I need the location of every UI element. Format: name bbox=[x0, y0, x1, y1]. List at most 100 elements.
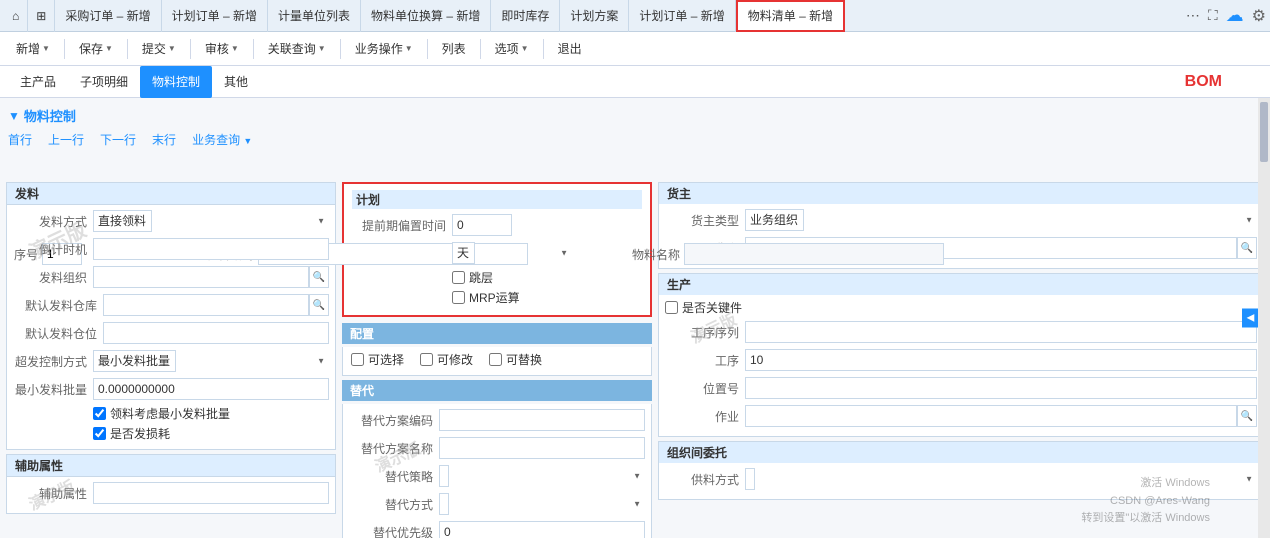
config-header: 配置 bbox=[342, 323, 652, 344]
biz-op-label: 业务操作 bbox=[355, 40, 403, 57]
aux-attr-input[interactable] bbox=[93, 482, 329, 504]
overissue-label: 超发控制方式 bbox=[13, 353, 93, 370]
sep6 bbox=[427, 39, 428, 59]
process-input[interactable] bbox=[745, 349, 1257, 371]
advance-input[interactable]: 0 bbox=[452, 214, 512, 236]
tab-plan-scheme[interactable]: 计划方案 bbox=[560, 0, 629, 32]
expand-icon[interactable]: ⛶ bbox=[1208, 7, 1218, 24]
collapse-arrow[interactable]: ▼ bbox=[8, 109, 20, 123]
default-warehouse-search[interactable]: 🔍 bbox=[309, 294, 329, 316]
replace-priority-input[interactable] bbox=[439, 521, 645, 538]
replaceable-checkbox[interactable] bbox=[489, 353, 502, 366]
issue-org-search[interactable]: 🔍 bbox=[309, 266, 329, 288]
sep4 bbox=[253, 39, 254, 59]
cloud-icon[interactable]: ☁ bbox=[1226, 5, 1244, 26]
sub-tab-material-control[interactable]: 物料控制 bbox=[140, 66, 212, 98]
process-seq-input[interactable] bbox=[745, 321, 1257, 343]
vendor-section-header: 货主 bbox=[659, 183, 1263, 204]
tab-unit-list[interactable]: 计量单位列表 bbox=[268, 0, 361, 32]
work-input[interactable] bbox=[745, 405, 1237, 427]
skip-checkbox[interactable] bbox=[452, 271, 465, 284]
consider-min-label: 领料考虑最小发料批量 bbox=[110, 405, 230, 422]
optional-checkbox[interactable] bbox=[351, 353, 364, 366]
scrollbar-thumb[interactable] bbox=[1260, 102, 1268, 162]
vendor-type-select[interactable]: 业务组织 bbox=[745, 209, 804, 231]
options-caret: ▼ bbox=[521, 44, 529, 53]
settings-icon[interactable]: ⚙ bbox=[1252, 6, 1266, 26]
nav-last[interactable]: 末行 bbox=[152, 131, 176, 148]
issue-org-input[interactable] bbox=[93, 266, 309, 288]
modifiable-row: 可修改 bbox=[420, 351, 473, 368]
tab-plan-order-1[interactable]: 计划订单 – 新增 bbox=[162, 0, 268, 32]
advance-label: 提前期偏置时间 bbox=[352, 217, 452, 234]
countdown-input[interactable] bbox=[93, 238, 329, 260]
biz-caret: ▼ bbox=[405, 44, 413, 53]
tab-purchase-order[interactable]: 采购订单 – 新增 bbox=[55, 0, 161, 32]
default-warehouse-label: 默认发料仓库 bbox=[13, 297, 103, 314]
consider-min-checkbox[interactable] bbox=[93, 407, 106, 420]
time-unit-select[interactable]: 天 bbox=[452, 242, 475, 264]
min-issue-input[interactable]: 0.0000000000 bbox=[93, 378, 329, 400]
vendor-type-select-wrapper[interactable]: 业务组织 bbox=[745, 209, 1257, 231]
replace-method-select[interactable] bbox=[439, 493, 449, 515]
is-key-checkbox[interactable] bbox=[665, 301, 678, 314]
tab-unit-convert[interactable]: 物料单位换算 – 新增 bbox=[361, 0, 491, 32]
grid-icon[interactable]: ⊞ bbox=[28, 0, 55, 32]
tab-more-icon[interactable]: ⋯ bbox=[1186, 7, 1200, 24]
process-seq-row: 工序序列 bbox=[665, 320, 1257, 344]
tab-bar: ⌂ ⊞ 采购订单 – 新增 计划订单 – 新增 计量单位列表 物料单位换算 – … bbox=[0, 0, 1270, 32]
side-tabs: ◀ bbox=[1242, 309, 1258, 328]
nav-first[interactable]: 首行 bbox=[8, 131, 32, 148]
org-section-header: 组织间委托 bbox=[659, 442, 1263, 463]
options-button[interactable]: 选项 ▼ bbox=[487, 36, 537, 62]
audit-button[interactable]: 审核 ▼ bbox=[197, 36, 247, 62]
replaceable-row: 可替换 bbox=[489, 351, 542, 368]
home-tab[interactable]: ⌂ bbox=[4, 0, 28, 32]
sub-tab-main-product[interactable]: 主产品 bbox=[8, 66, 68, 98]
replace-strategy-label: 替代策略 bbox=[349, 468, 439, 485]
default-location-label: 默认发料仓位 bbox=[13, 325, 103, 342]
sep7 bbox=[480, 39, 481, 59]
sub-tab-other[interactable]: 其他 bbox=[212, 66, 260, 98]
nav-row: 首行 上一行 下一行 末行 业务查询 ▼ bbox=[0, 129, 1270, 152]
position-input[interactable] bbox=[745, 377, 1257, 399]
scrollbar[interactable] bbox=[1258, 98, 1270, 538]
overissue-select-wrapper[interactable]: 最小发料批量 bbox=[93, 350, 329, 372]
submit-button[interactable]: 提交 ▼ bbox=[134, 36, 184, 62]
save-label: 保存 bbox=[79, 40, 103, 57]
sub-tab-sub-items[interactable]: 子项明细 bbox=[68, 66, 140, 98]
tab-realtime-stock[interactable]: 即时库存 bbox=[491, 0, 560, 32]
new-button[interactable]: 新增 ▼ bbox=[8, 36, 58, 62]
default-warehouse-input[interactable] bbox=[103, 294, 309, 316]
supply-method-select[interactable] bbox=[745, 468, 755, 490]
assoc-query-button[interactable]: 关联查询 ▼ bbox=[260, 36, 334, 62]
nav-biz-query[interactable]: 业务查询 ▼ bbox=[192, 131, 252, 148]
modifiable-checkbox[interactable] bbox=[420, 353, 433, 366]
overissue-select[interactable]: 最小发料批量 bbox=[93, 350, 176, 372]
issue-method-select-wrapper[interactable]: 直接领料 bbox=[93, 210, 329, 232]
work-row: 作业 🔍 bbox=[665, 404, 1257, 428]
time-unit-select-wrapper[interactable]: 天 bbox=[452, 242, 572, 264]
issue-method-select[interactable]: 直接领料 bbox=[93, 210, 152, 232]
aux-attr-row: 辅助属性 bbox=[13, 481, 329, 505]
work-search[interactable]: 🔍 bbox=[1237, 405, 1257, 427]
side-tab-1[interactable]: ◀ bbox=[1242, 309, 1258, 328]
mrp-checkbox[interactable] bbox=[452, 291, 465, 304]
tab-bom-new[interactable]: 物料清单 – 新增 bbox=[736, 0, 845, 32]
default-location-input[interactable] bbox=[103, 322, 329, 344]
biz-op-button[interactable]: 业务操作 ▼ bbox=[347, 36, 421, 62]
tab-plan-order-2[interactable]: 计划订单 – 新增 bbox=[629, 0, 735, 32]
replace-strategy-select-wrapper[interactable] bbox=[439, 465, 645, 487]
replace-method-select-wrapper[interactable] bbox=[439, 493, 645, 515]
save-button[interactable]: 保存 ▼ bbox=[71, 36, 121, 62]
nav-prev[interactable]: 上一行 bbox=[48, 131, 84, 148]
exit-button[interactable]: 退出 bbox=[550, 36, 590, 62]
nav-next[interactable]: 下一行 bbox=[100, 131, 136, 148]
is-scrap-checkbox[interactable] bbox=[93, 427, 106, 440]
replace-strategy-row: 替代策略 bbox=[349, 464, 645, 488]
replace-strategy-select[interactable] bbox=[439, 465, 449, 487]
vendor-search[interactable]: 🔍 bbox=[1237, 237, 1257, 259]
replace-name-input[interactable] bbox=[439, 437, 645, 459]
replace-code-input[interactable] bbox=[439, 409, 645, 431]
list-button[interactable]: 列表 bbox=[434, 36, 474, 62]
